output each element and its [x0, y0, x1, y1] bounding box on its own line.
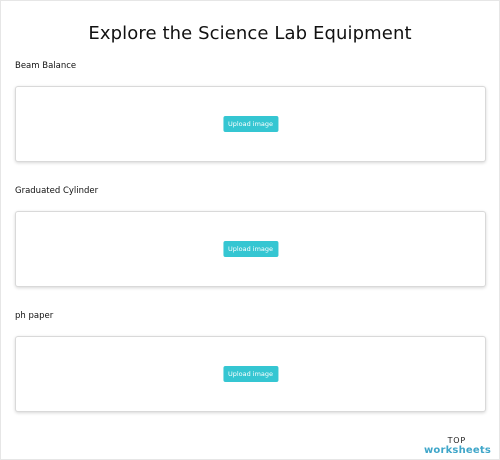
upload-card-beam-balance: Upload image [15, 86, 486, 162]
upload-image-button[interactable]: Upload image [222, 241, 279, 257]
upload-image-button[interactable]: Upload image [222, 116, 279, 132]
top-worksheets-logo: TOP worksheets [424, 437, 491, 456]
logo-top-text: TOP [447, 436, 466, 445]
logo-bottom-text: worksheets [423, 445, 491, 456]
upload-image-button[interactable]: Upload image [222, 366, 279, 382]
section-label-graduated-cylinder: Graduated Cylinder [15, 186, 99, 196]
section-label-beam-balance: Beam Balance [15, 61, 77, 71]
upload-card-graduated-cylinder: Upload image [15, 211, 486, 287]
section-label-ph-paper: ph paper [15, 311, 54, 321]
page-title: Explore the Science Lab Equipment [88, 23, 412, 44]
worksheet-page: Explore the Science Lab Equipment Beam B… [0, 0, 500, 460]
upload-card-ph-paper: Upload image [15, 336, 486, 412]
